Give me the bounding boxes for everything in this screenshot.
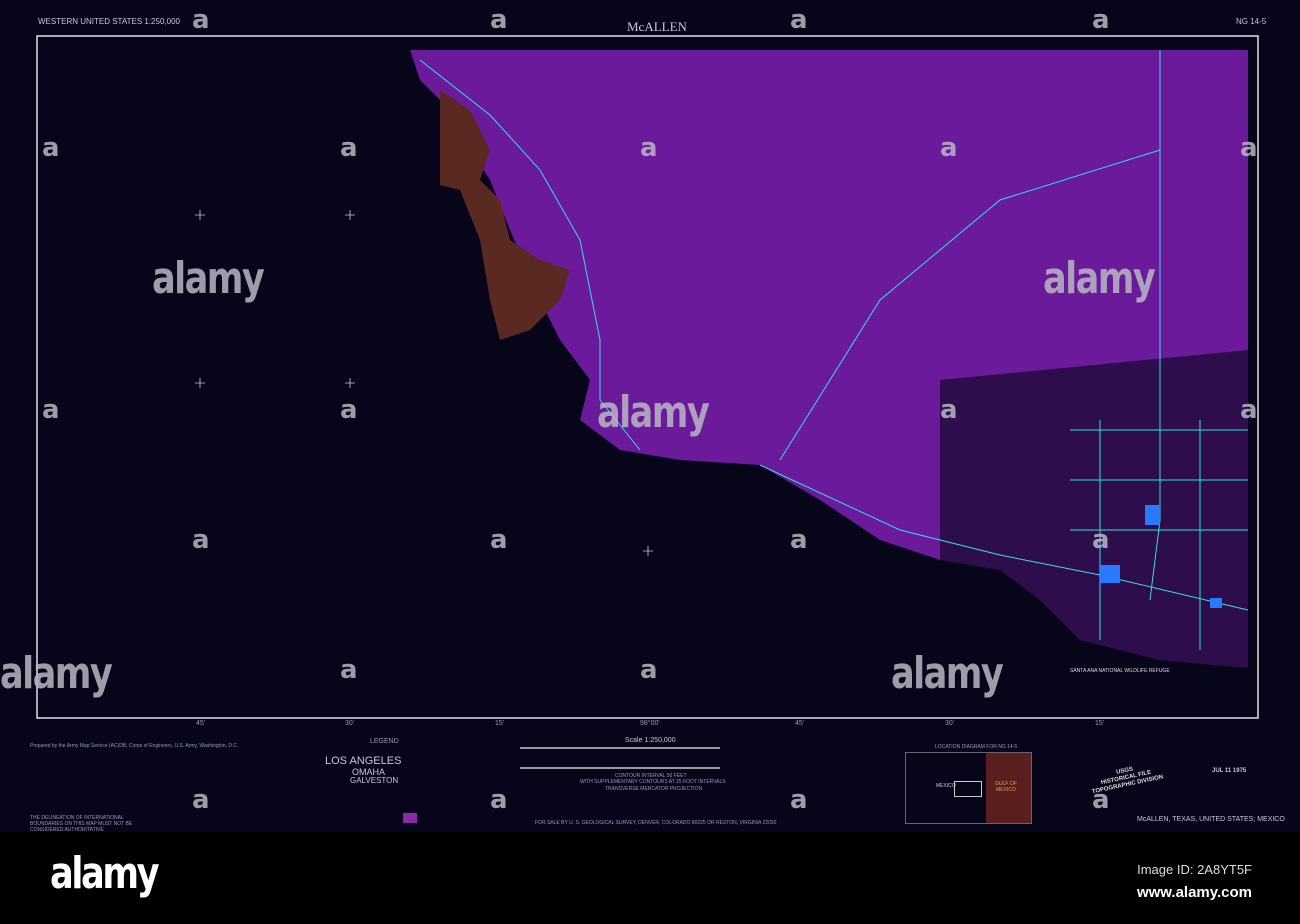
watermark-mark: a bbox=[490, 785, 507, 815]
scale-label: Scale 1:250,000 bbox=[625, 737, 676, 744]
watermark-mark: a bbox=[340, 395, 357, 425]
refuge-label: SANTA ANA NATIONAL WILDLIFE REFUGE bbox=[1070, 668, 1170, 674]
watermark-mark: a bbox=[940, 133, 957, 163]
irrigated-area bbox=[940, 350, 1248, 668]
location-diagram: GULF OF MEXICO MEXICO bbox=[905, 752, 1032, 824]
legend-title: LEGEND bbox=[370, 738, 399, 745]
tick-label: 98°00' bbox=[640, 720, 660, 727]
watermark-mark: a bbox=[490, 525, 507, 555]
projection: TRANSVERSE MERCATOR PROJECTION bbox=[605, 786, 703, 792]
watermark-mark: a bbox=[1092, 785, 1109, 815]
series-label: WESTERN UNITED STATES 1:250,000 bbox=[38, 17, 180, 26]
watermark-mark: a bbox=[940, 395, 957, 425]
watermark-mark: a bbox=[192, 785, 209, 815]
watermark-mark: a bbox=[192, 5, 209, 35]
tick-label: 45' bbox=[795, 720, 805, 727]
watermark-mark: a bbox=[1092, 5, 1109, 35]
watermark-mark: a bbox=[790, 5, 807, 35]
boundary-note: THE DELINEATION OF INTERNATIONAL BOUNDAR… bbox=[30, 815, 133, 833]
gulf-label: GULF OF MEXICO bbox=[995, 781, 1017, 793]
tick-label: 15' bbox=[1095, 720, 1105, 727]
sale-note: FOR SALE BY U. S. GEOLOGICAL SURVEY, DEN… bbox=[535, 820, 777, 826]
prepared-note: Prepared by the Army Map Service (AC)DB,… bbox=[30, 743, 239, 749]
location-title: LOCATION DIAGRAM FOR NG 14-5 bbox=[935, 744, 1018, 750]
legend-city-small: GALVESTON bbox=[350, 776, 399, 785]
watermark-mark: a bbox=[1240, 133, 1257, 163]
watermark-mark: a bbox=[1240, 395, 1257, 425]
image-id: Image ID: 2A8YT5F bbox=[1137, 862, 1252, 877]
watermark-mark: a bbox=[1092, 525, 1109, 555]
watermark-mark: a bbox=[42, 133, 59, 163]
tick-label: 30' bbox=[945, 720, 955, 727]
tick-label: 15' bbox=[495, 720, 505, 727]
tick-label: 45' bbox=[196, 720, 206, 727]
watermark-mark: a bbox=[640, 133, 657, 163]
watermark: alamy bbox=[1043, 253, 1156, 304]
alamy-logo[interactable]: alamy bbox=[50, 848, 160, 899]
sheet-number: NG 14-5 bbox=[1236, 17, 1267, 26]
watermark-mark: a bbox=[790, 525, 807, 555]
map-title: McALLEN bbox=[627, 19, 687, 34]
watermark-mark: a bbox=[340, 655, 357, 685]
legend-city-large: LOS ANGELES bbox=[325, 755, 402, 767]
legend-swatch-woods bbox=[403, 813, 417, 823]
tick-label: 30' bbox=[345, 720, 355, 727]
watermark-mark: a bbox=[340, 133, 357, 163]
watermark-mark: a bbox=[42, 395, 59, 425]
footer-place: McALLEN, TEXAS, UNITED STATES; MEXICO bbox=[1137, 816, 1285, 823]
stock-banner: alamy Image ID: 2A8YT5F www.alamy.com bbox=[0, 832, 1300, 924]
watermark-mark: a bbox=[192, 525, 209, 555]
map-sheet: WESTERN UNITED STATES 1:250,000 McALLEN … bbox=[0, 0, 1300, 833]
watermark-mark: a bbox=[490, 5, 507, 35]
stamp-date: JUL 11 1975 bbox=[1212, 768, 1247, 774]
watermark: alamy bbox=[0, 648, 113, 699]
mexico-label: MEXICO bbox=[936, 783, 956, 789]
supplementary-contours: WITH SUPPLEMENTARY CONTOURS AT 25 FOOT I… bbox=[580, 779, 726, 785]
watermark-mark: a bbox=[790, 785, 807, 815]
watermark: alamy bbox=[891, 648, 1004, 699]
watermark: alamy bbox=[152, 253, 265, 304]
watermark-mark: a bbox=[640, 655, 657, 685]
scale-bar bbox=[520, 747, 720, 769]
watermark: alamy bbox=[597, 387, 710, 438]
alamy-url[interactable]: www.alamy.com bbox=[1137, 884, 1252, 901]
